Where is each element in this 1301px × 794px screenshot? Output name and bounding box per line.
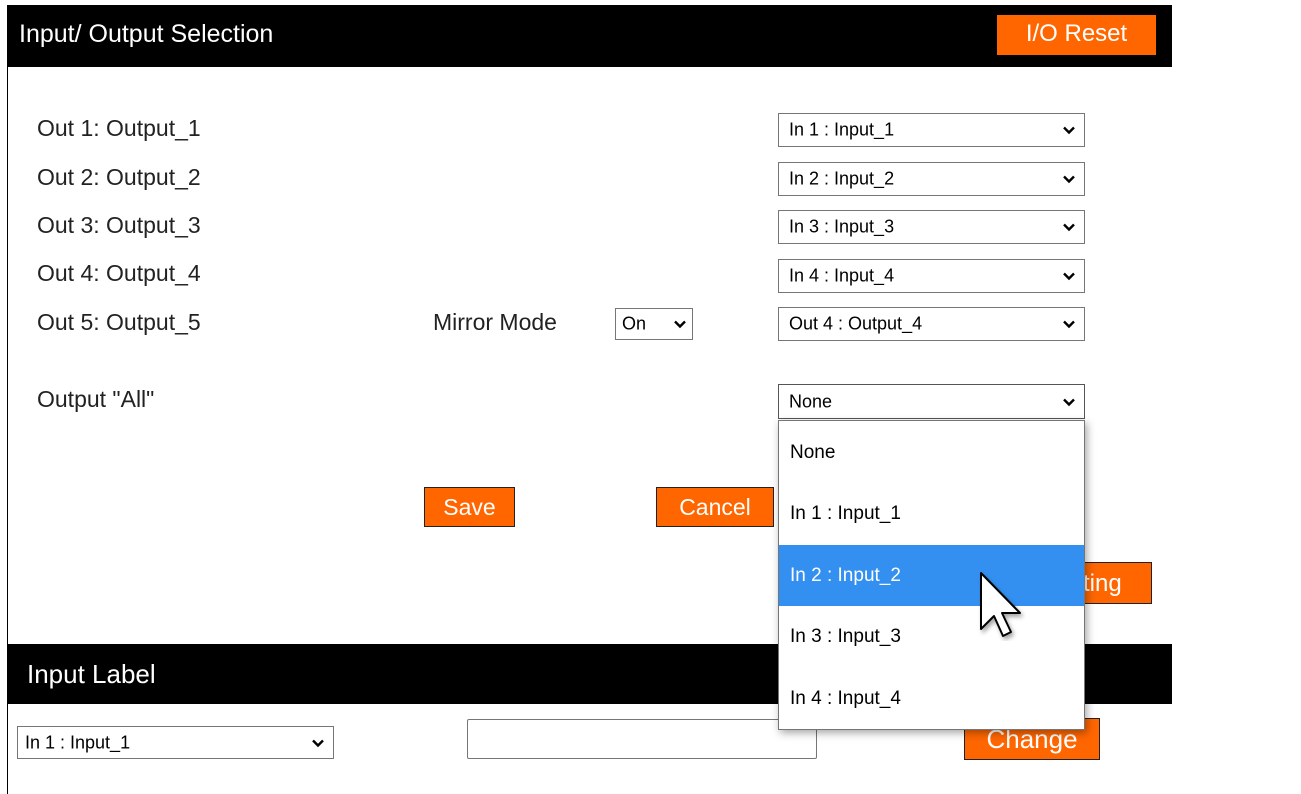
dropdown-option-none[interactable]: None xyxy=(779,422,1084,483)
output-5-source-select[interactable]: Out 4 : Output_4 xyxy=(778,307,1085,341)
input-name-field[interactable] xyxy=(467,719,817,759)
cancel-button[interactable]: Cancel xyxy=(656,487,774,527)
input-label-title: Input Label xyxy=(27,659,156,689)
output-3-source-select[interactable]: In 3 : Input_3 xyxy=(778,210,1085,244)
output-all-value: None xyxy=(789,391,833,411)
output-1-source-select[interactable]: In 1 : Input_1 xyxy=(778,113,1085,147)
output-label-4: Out 4: Output_4 xyxy=(37,260,201,286)
output-4-source-value: In 4 : Input_4 xyxy=(789,265,895,286)
dropdown-option-input-2[interactable]: In 2 : Input_2 xyxy=(779,545,1084,606)
output-all-select[interactable]: None xyxy=(778,384,1085,419)
chevron-down-icon xyxy=(1063,223,1075,232)
chevron-down-icon xyxy=(1063,126,1075,135)
io-reset-button[interactable]: I/O Reset xyxy=(997,15,1156,55)
input-label-select[interactable]: In 1 : Input_1 xyxy=(17,726,334,759)
output-label-1: Out 1: Output_1 xyxy=(37,115,201,141)
chevron-down-icon xyxy=(674,320,686,329)
output-3-source-value: In 3 : Input_3 xyxy=(789,216,895,237)
mirror-mode-value: On xyxy=(622,313,647,334)
output-all-label: Output "All" xyxy=(37,386,155,412)
output-5-source-value: Out 4 : Output_4 xyxy=(789,313,923,334)
chevron-down-icon xyxy=(1063,272,1075,281)
output-2-source-select[interactable]: In 2 : Input_2 xyxy=(778,162,1085,196)
io-selection-title: Input/ Output Selection xyxy=(19,20,274,48)
dropdown-option-input-3[interactable]: In 3 : Input_3 xyxy=(779,606,1084,667)
input-label-select-value: In 1 : Input_1 xyxy=(25,732,131,752)
output-2-source-value: In 2 : Input_2 xyxy=(789,168,895,189)
partially-hidden-button[interactable]: ting xyxy=(1076,562,1152,604)
chevron-down-icon xyxy=(312,739,324,747)
output-label-5: Out 5: Output_5 xyxy=(37,309,201,335)
output-all-dropdown-list: None In 1 : Input_1 In 2 : Input_2 In 3 … xyxy=(778,420,1085,730)
dropdown-option-input-1[interactable]: In 1 : Input_1 xyxy=(779,483,1084,544)
chevron-down-icon xyxy=(1063,398,1075,406)
output-1-source-value: In 1 : Input_1 xyxy=(789,119,895,140)
dropdown-option-input-4[interactable]: In 4 : Input_4 xyxy=(779,668,1084,729)
save-button[interactable]: Save xyxy=(424,487,515,527)
chevron-down-icon xyxy=(1063,175,1075,184)
chevron-down-icon xyxy=(1063,320,1075,329)
mouse-pointer-icon xyxy=(980,572,1021,637)
output-label-3: Out 3: Output_3 xyxy=(37,212,201,238)
output-4-source-select[interactable]: In 4 : Input_4 xyxy=(778,259,1085,293)
mirror-mode-select[interactable]: On xyxy=(615,308,693,340)
mirror-mode-label: Mirror Mode xyxy=(433,309,557,335)
output-label-2: Out 2: Output_2 xyxy=(37,164,201,190)
